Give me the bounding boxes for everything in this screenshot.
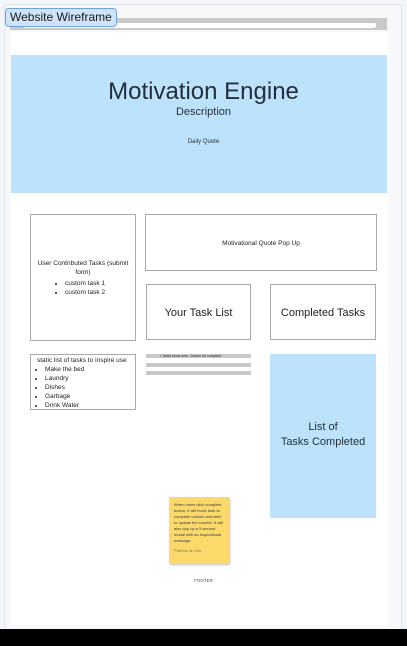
hero-section bbox=[11, 55, 387, 193]
user-tasks-list: custom task 1 custom task 2 bbox=[35, 279, 131, 297]
list-of-tasks-completed: List of Tasks Completed bbox=[270, 354, 376, 518]
static-task-list: Make the bed Laundry Dishes Garbage Drin… bbox=[37, 365, 131, 410]
hero-title: Motivation Engine bbox=[108, 78, 299, 105]
wireframe-label[interactable]: Website Wireframe bbox=[5, 8, 117, 27]
user-contributed-tasks-box[interactable]: User Contributed Tasks (submit form) cus… bbox=[30, 214, 136, 341]
sticky-note-author: Patricia de Vita bbox=[174, 548, 201, 553]
list-item: Dishes bbox=[45, 383, 131, 392]
list-completed-line: List of bbox=[308, 421, 338, 433]
list-item: Drink Water bbox=[45, 401, 131, 410]
task-line[interactable]: • Tasks show here - button for complete bbox=[146, 354, 251, 358]
sticky-note[interactable]: When users click complete button, it wil… bbox=[169, 497, 229, 564]
motivational-quote-popup[interactable]: Motivational Quote Pop Up bbox=[145, 214, 377, 271]
static-task-list-box[interactable]: static list of tasks to inspire use Make… bbox=[30, 354, 136, 410]
bottom-strip bbox=[0, 629, 407, 646]
task-placeholder-bar bbox=[146, 371, 251, 375]
list-item: custom task 1 bbox=[65, 279, 131, 288]
static-list-heading: static list of tasks to inspire use bbox=[37, 357, 127, 364]
list-item: Laundry bbox=[45, 374, 131, 383]
daily-quote: Daily Quote bbox=[187, 139, 220, 145]
your-task-list-box[interactable]: Your Task List bbox=[146, 284, 251, 340]
sticky-note-text: When users click complete button, it wil… bbox=[174, 502, 223, 543]
list-completed-line: Tasks Completed bbox=[280, 436, 366, 448]
user-tasks-heading: User Contributed Tasks (submit form) bbox=[37, 260, 129, 276]
list-item: Make the bed bbox=[45, 365, 131, 374]
footer: FOOTER bbox=[194, 578, 213, 583]
completed-tasks-box[interactable]: Completed Tasks bbox=[270, 284, 376, 340]
hero-description: Description bbox=[175, 106, 232, 118]
task-placeholder-bar bbox=[146, 363, 251, 367]
list-item: Garbage bbox=[45, 392, 131, 401]
list-item: custom task 2 bbox=[65, 288, 131, 297]
